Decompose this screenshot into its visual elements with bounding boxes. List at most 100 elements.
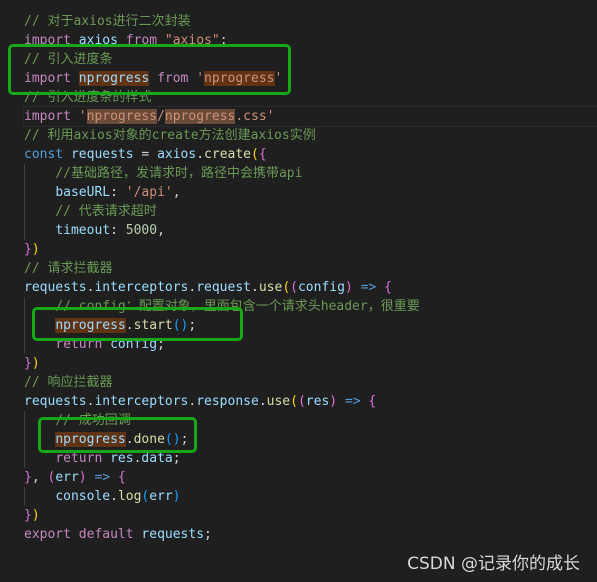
code-line: //基础路径，发请求时，路径中会携带api — [24, 164, 597, 183]
code-token-comment: // 代表请求超时 — [55, 204, 157, 219]
code-token-keyword: return — [55, 451, 103, 466]
code-line: import 'nprogress/nprogress.css' — [23, 106, 597, 127]
annotation-box-import-nprogress — [8, 44, 291, 95]
code-token-comment: // 响应拦截器 — [24, 375, 113, 390]
code-token-comment: //基础路径，发请求时，路径中会携带api — [55, 166, 303, 181]
code-token-brace2: } — [24, 242, 32, 257]
code-token-string: '/api' — [125, 185, 173, 200]
code-token-variable: axios — [157, 147, 197, 162]
code-token: , — [31, 470, 48, 485]
code-token: , — [172, 185, 181, 200]
code-token-variable: baseURL — [55, 185, 111, 200]
code-line: }) — [24, 240, 597, 259]
code-token-function: use — [258, 280, 283, 295]
code-token-variable: interceptors — [94, 280, 189, 295]
code-token-brace2: { — [384, 280, 392, 295]
code-token-storage: => — [344, 394, 361, 409]
code-token-storage: => — [94, 470, 111, 485]
code-token-brace1: ( — [290, 394, 298, 409]
code-token-variable: err — [149, 489, 173, 504]
code-token-string: nprogress — [86, 109, 158, 124]
code-token-brace1: ( — [251, 147, 259, 162]
code-line: // 响应拦截器 — [24, 373, 597, 392]
code-token-brace3: ) — [172, 489, 181, 504]
code-token-brace2: } — [24, 470, 32, 485]
code-line: requests.interceptors.response.use((res)… — [24, 392, 597, 411]
code-line: // 利用axios对象的create方法创建axios实例 — [24, 126, 597, 145]
code-line: console.log(err) — [24, 487, 597, 506]
code-token-function: use — [266, 394, 291, 409]
code-token: : — [110, 185, 126, 200]
code-line: }) — [24, 506, 597, 525]
code-token-storage: => — [360, 280, 377, 295]
code-token-function: create — [204, 147, 252, 162]
code-token-brace1: ( — [282, 280, 291, 295]
code-token-variable: requests — [70, 147, 134, 162]
code-token-variable: interceptors — [94, 394, 189, 409]
code-token-keyword: default — [78, 527, 134, 542]
indent-guide — [24, 411, 25, 468]
code-token-number: 5000 — [125, 223, 158, 238]
code-token: . — [258, 394, 267, 409]
indent-guide — [24, 297, 25, 354]
code-line: }) — [24, 354, 597, 373]
code-token-comment: // 对于axios进行二次封装 — [24, 14, 191, 29]
indent-guide — [24, 487, 25, 506]
code-token-brace2: ) — [78, 470, 87, 485]
code-token: : — [110, 223, 126, 238]
code-line: export default requests; — [24, 525, 597, 544]
code-token-keyword: export — [24, 527, 71, 542]
code-token-variable: res — [110, 451, 134, 466]
code-token-brace2: { — [258, 147, 267, 162]
code-token-string: .css — [235, 109, 267, 124]
code-token-variable: err — [55, 470, 79, 485]
code-token-string: ' — [78, 109, 87, 124]
indent-guide — [24, 164, 25, 240]
code-line: const requests = axios.create({ — [24, 145, 597, 164]
code-token: . — [196, 147, 205, 162]
code-token-brace2: { — [368, 394, 377, 409]
code-line: // 代表请求超时 — [24, 202, 597, 221]
code-token-variable: res — [305, 394, 330, 409]
code-token-string: nprogress — [164, 109, 236, 124]
code-token-string: ' — [266, 109, 275, 124]
code-line: // 对于axios进行二次封装 — [24, 12, 597, 31]
code-token-comment: // 利用axios对象的create方法创建axios实例 — [24, 128, 316, 143]
code-token-variable: request — [196, 280, 251, 295]
code-token-variable: requests — [141, 527, 205, 542]
code-token-keyword: import — [24, 109, 71, 124]
code-token-function: log — [117, 489, 142, 504]
code-token-variable: response — [196, 394, 259, 409]
code-token-brace2: } — [24, 356, 32, 371]
annotation-box-nprogress-done — [38, 417, 197, 453]
code-token-brace2: ( — [297, 394, 306, 409]
code-token: , — [157, 223, 165, 238]
code-token-brace1: ) — [31, 242, 40, 257]
annotation-box-nprogress-start — [32, 307, 243, 341]
code-token-brace2: ( — [290, 280, 298, 295]
code-line: timeout: 5000, — [24, 221, 597, 240]
code-token-variable: config — [297, 280, 345, 295]
code-token-brace1: ) — [31, 508, 40, 523]
code-token-brace1: ) — [31, 356, 40, 371]
code-token-brace2: ) — [344, 280, 353, 295]
code-token-string: / — [157, 109, 165, 124]
code-line: // 请求拦截器 — [24, 259, 597, 278]
watermark: CSDN @记录你的成长 — [407, 554, 580, 574]
code-token-variable: requests — [24, 394, 87, 409]
code-line: requests.interceptors.request.use((confi… — [24, 278, 597, 297]
